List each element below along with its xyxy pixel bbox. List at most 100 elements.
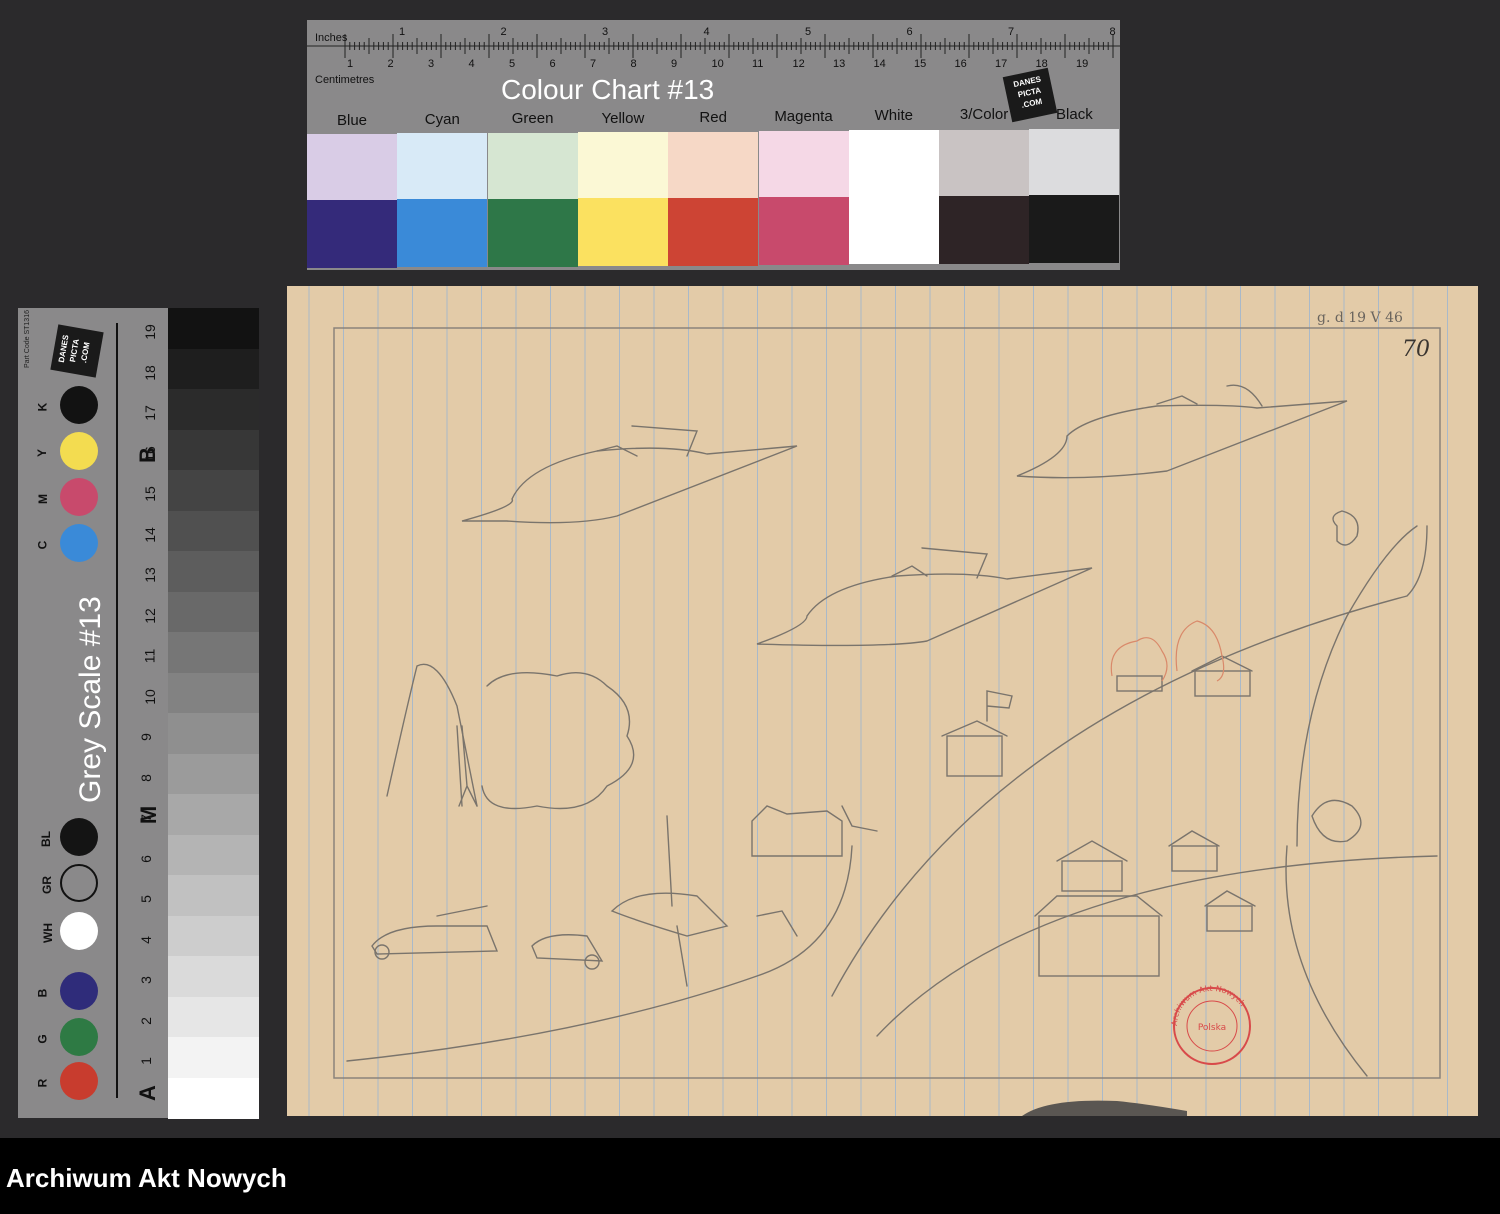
colour-swatch-dark (939, 195, 1030, 264)
colour-swatch-light (577, 132, 668, 199)
colour-dot-c (60, 524, 98, 562)
colour-dot-m (60, 478, 98, 516)
grey-step (168, 875, 259, 916)
grey-step (168, 794, 259, 835)
colour-label-3color: 3/Color (959, 106, 1009, 124)
svg-text:Archiwum Akt Nowych: Archiwum Akt Nowych (1170, 984, 1247, 1026)
tree-sketch (386, 663, 635, 810)
grey-step (168, 753, 259, 795)
airplane-sketch-1 (461, 425, 798, 524)
colour-swatch-dark (848, 196, 939, 265)
colour-swatch-dark (307, 200, 397, 268)
ruler-inch-number: 4 (703, 26, 710, 38)
colour-swatch-light (487, 132, 578, 199)
ruler-cm-number: 12 (792, 58, 805, 70)
ruler-cm-number: 6 (549, 58, 556, 70)
small-bush-sketch (1311, 799, 1362, 843)
colour-dot-label: K (35, 402, 50, 412)
danes-picta-logo: DANES PICTA .COM (50, 324, 104, 378)
ruler-cm-number: 5 (509, 58, 516, 70)
ruler-cm-number: 1 (347, 58, 354, 70)
colour-swatch-light (939, 129, 1030, 196)
grey-step (168, 510, 259, 552)
grey-step (168, 308, 259, 349)
grey-step (168, 591, 259, 633)
colour-dot-g (60, 1018, 98, 1056)
date-note: g. d 19 V 46 (1317, 310, 1403, 326)
scale-number: 9 (137, 733, 154, 741)
colour-label-green: Green (511, 110, 554, 128)
colour-label-black: Black (1056, 105, 1093, 123)
ruler-inch-number: 3 (602, 26, 609, 38)
colour-dot-label: G (35, 1034, 50, 1044)
river-sketch (1285, 845, 1368, 1077)
crashed-airplane-sketch (610, 815, 729, 987)
ruler-cm-label: Centimetres (315, 74, 375, 86)
ruler-inch-number: 6 (906, 26, 913, 38)
scale-letter: B (134, 447, 160, 463)
small-tree-sketch (1332, 510, 1359, 546)
ruler-inches-label: Inches (315, 32, 348, 44)
grey-step (168, 1037, 259, 1078)
ruler-cm-number: 15 (914, 58, 927, 70)
colour-swatch-dark (397, 199, 488, 268)
scale-number: 3 (137, 976, 154, 984)
grey-step (168, 429, 259, 471)
colour-dot-label: BL (39, 831, 53, 847)
ruler-cm-number: 2 (387, 58, 394, 70)
colour-label-white: White (874, 107, 913, 125)
ruler-cm-number: 9 (671, 58, 678, 70)
scale-number: 17 (141, 405, 158, 421)
grey-step (168, 470, 259, 511)
ruler-inch-number: 8 (1109, 26, 1116, 38)
grey-scale-title: Grey Scale #13 (74, 596, 107, 803)
colour-swatch-light (307, 134, 397, 200)
ruler-cm-number: 11 (752, 58, 764, 70)
colour-swatch-dark (1029, 195, 1120, 264)
ruined-building (751, 805, 843, 857)
colour-dot-label: WH (41, 923, 55, 943)
colour-swatch-dark (758, 197, 849, 265)
grey-step (168, 672, 259, 714)
grey-step (168, 1077, 259, 1119)
ruler-cm-number: 3 (428, 58, 435, 70)
fire-sketch (1110, 620, 1225, 682)
scale-number: 15 (141, 486, 158, 502)
ruler (307, 34, 1120, 58)
tank-sketch-left (371, 905, 499, 960)
colour-swatch-light (848, 130, 939, 197)
grey-step (168, 551, 259, 592)
colour-label-magenta: Magenta (774, 108, 833, 125)
ruler-cm-number: 16 (954, 58, 967, 70)
ruler-cm-number: 4 (468, 58, 475, 70)
institution-name: Archiwum Akt Nowych (6, 1163, 287, 1193)
pencil-drawing: g. d 19 V 46 70 Archiwum Akt Nowych Pols… (308, 286, 1448, 1116)
colour-dot-bl (60, 818, 98, 856)
colour-chart-title: Colour Chart #13 (501, 74, 715, 105)
ruler-inch-number: 2 (500, 26, 507, 38)
colour-dot-gr (60, 864, 98, 902)
ruler-inch-number: 7 (1008, 26, 1015, 38)
grey-step (168, 996, 259, 1038)
scale-number: 8 (137, 773, 154, 782)
colour-swatch-light (397, 133, 488, 200)
colour-dot-wh (60, 912, 98, 950)
road-sketch-2 (831, 525, 1428, 997)
colour-swatch-light (1029, 129, 1120, 196)
tank-sketch-right (531, 934, 604, 970)
ruler-cm-number: 8 (630, 58, 637, 70)
airplane-sketch-3 (756, 547, 1093, 647)
colour-dot-label: B (35, 988, 50, 998)
scale-number: 2 (137, 1016, 154, 1025)
ruler-cm-number: 17 (995, 58, 1008, 70)
colour-swatch-light (758, 131, 849, 197)
ruler-cm-number: 13 (833, 58, 846, 70)
stamp-text: Archiwum Akt Nowych (1170, 984, 1247, 1026)
torn-edge (1022, 1100, 1187, 1116)
colour-dot-b (60, 972, 98, 1010)
scale-number: 6 (137, 854, 154, 863)
scale-number: 12 (141, 607, 158, 624)
scale-number: 5 (137, 895, 154, 903)
grey-step (168, 834, 259, 876)
house-with-flag (941, 690, 1013, 777)
